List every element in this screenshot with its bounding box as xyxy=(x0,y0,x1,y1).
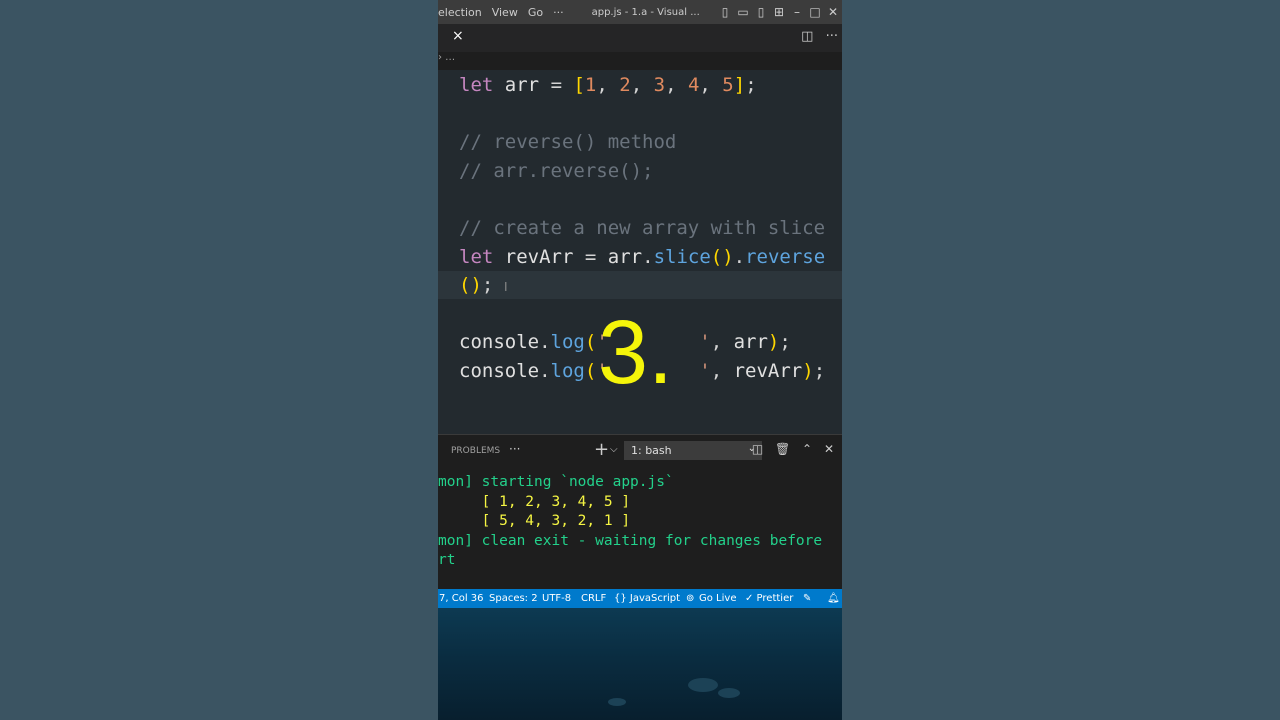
code-line-3: // reverse() method xyxy=(459,131,677,153)
layout-sidebar-right-icon[interactable]: ▯ xyxy=(752,5,770,19)
background-video-area xyxy=(438,608,842,720)
status-language[interactable]: {} JavaScript xyxy=(614,593,680,604)
trash-icon[interactable]: 🗑 xyxy=(775,442,790,456)
chevron-down-icon[interactable]: ⌵ xyxy=(610,444,618,455)
text-cursor-icon: I xyxy=(504,280,508,294)
menu-selection[interactable]: election xyxy=(438,6,482,19)
window-title: app.js - 1.a - Visual ... xyxy=(591,6,700,18)
code-editor[interactable]: let arr = [1, 2, 3, 4, 5]; // reverse() … xyxy=(438,70,842,434)
editor-tab-bar: × ◫ ··· xyxy=(438,24,842,52)
split-terminal-icon[interactable]: ◫ xyxy=(752,442,763,456)
feedback-icon[interactable]: ✎ xyxy=(803,593,811,604)
layout-sidebar-icon[interactable]: ▯ xyxy=(716,5,734,19)
customize-layout-icon[interactable]: ⊞ xyxy=(770,5,788,19)
menu-view[interactable]: View xyxy=(492,6,518,19)
terminal-output[interactable]: mon] starting `node app.js` [ 1, 2, 3, 4… xyxy=(438,473,822,571)
terminal-line: mon] clean exit - waiting for changes be… xyxy=(438,532,823,549)
tab-close-icon[interactable]: × xyxy=(452,28,464,44)
terminal-select[interactable]: 1: bash ⌄ xyxy=(624,441,762,460)
panel-actions: ◫ 🗑 ⌃ ✕ xyxy=(752,442,842,456)
close-icon[interactable]: ✕ xyxy=(824,5,842,19)
current-line-highlight xyxy=(438,271,842,299)
layout-panel-icon[interactable]: ▭ xyxy=(734,5,752,19)
terminal-panel: PROBLEMS ··· + ⌵ 1: bash ⌄ ◫ 🗑 ⌃ ✕ mon] … xyxy=(438,434,842,590)
code-line-4: // arr.reverse(); xyxy=(459,160,654,182)
code-line-8: (); xyxy=(459,274,494,296)
minimize-icon[interactable]: – xyxy=(788,5,806,19)
title-bar: election View Go ··· app.js - 1.a - Visu… xyxy=(438,0,842,24)
terminal-line: [ 1, 2, 3, 4, 5 ] xyxy=(438,493,631,510)
rock-shape xyxy=(718,688,740,698)
editor-actions: ◫ ··· xyxy=(793,29,838,44)
code-line-1: let arr = [1, 2, 3, 4, 5]; xyxy=(459,74,757,96)
overlay-number: 3. xyxy=(598,303,674,403)
breadcrumb[interactable]: › … xyxy=(438,52,842,70)
terminal-line: mon] starting `node app.js` xyxy=(438,474,674,490)
terminal-select-value: 1: bash xyxy=(631,444,672,457)
status-go-live[interactable]: Go Live xyxy=(699,593,736,604)
vscode-window: election View Go ··· app.js - 1.a - Visu… xyxy=(438,0,842,720)
new-terminal-icon[interactable]: + xyxy=(594,439,609,460)
maximize-icon[interactable]: □ xyxy=(806,5,824,19)
status-bar: 7, Col 36 Spaces: 2 UTF-8 CRLF {} JavaSc… xyxy=(438,589,842,608)
split-editor-icon[interactable]: ◫ xyxy=(801,29,813,44)
rock-shape xyxy=(608,698,626,706)
status-cursor-position[interactable]: 7, Col 36 xyxy=(439,593,484,604)
status-encoding[interactable]: UTF-8 xyxy=(542,593,571,604)
rock-shape xyxy=(688,678,718,692)
maximize-panel-icon[interactable]: ⌃ xyxy=(802,442,812,456)
status-prettier[interactable]: ✓ Prettier xyxy=(745,593,793,604)
bell-icon[interactable]: 🔔︎ xyxy=(827,593,840,604)
close-panel-icon[interactable]: ✕ xyxy=(824,442,834,456)
panel-more-icon[interactable]: ··· xyxy=(509,442,520,456)
status-eol[interactable]: CRLF xyxy=(581,593,606,604)
broadcast-icon: ⊚ xyxy=(686,593,695,604)
menu-more[interactable]: ··· xyxy=(553,6,564,19)
terminal-line: rt xyxy=(438,552,456,568)
terminal-line: [ 5, 4, 3, 2, 1 ] xyxy=(438,513,631,529)
title-bar-controls: ▯ ▭ ▯ ⊞ – □ ✕ xyxy=(716,0,842,24)
more-icon[interactable]: ··· xyxy=(826,29,838,44)
tab-problems[interactable]: PROBLEMS xyxy=(451,446,500,456)
menu-go[interactable]: Go xyxy=(528,6,543,19)
status-indentation[interactable]: Spaces: 2 xyxy=(489,593,538,604)
panel-header: PROBLEMS ··· + ⌵ 1: bash ⌄ ◫ 🗑 ⌃ ✕ xyxy=(438,435,842,465)
code-line-6: // create a new array with slice xyxy=(459,217,826,239)
code-line-7: let revArr = arr.slice().reverse xyxy=(459,246,826,268)
